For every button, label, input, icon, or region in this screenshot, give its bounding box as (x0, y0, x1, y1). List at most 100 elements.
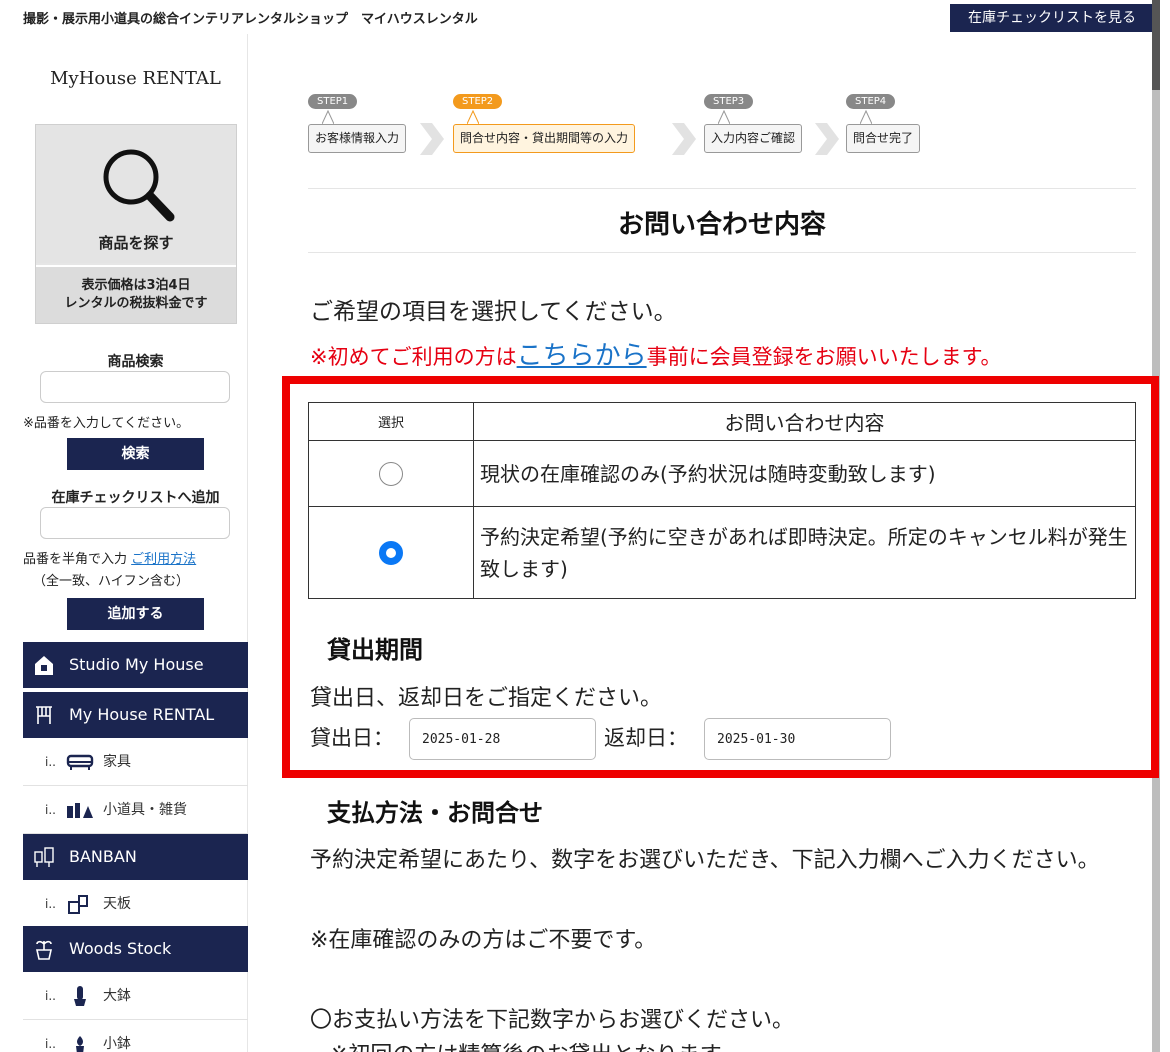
option-text: 予約決定希望(予約に空きがあれば即時決定。所定のキャンセル料が発生致します) (473, 506, 1136, 599)
step-label: お客様情報入力 (308, 124, 407, 153)
category-label: Woods Stock (69, 939, 172, 958)
sofa-icon (66, 754, 94, 770)
payment-heading: 支払方法・お問合せ (327, 799, 543, 827)
option-text: 現状の在庫確認のみ(予約状況は随時変動致します) (473, 440, 1136, 507)
subcategory-small-pot[interactable]: i.. 小鉢 (23, 1020, 248, 1052)
plant-icon (36, 940, 52, 960)
registration-notice: ※初めてご利用の方はこちらから事前に会員登録をお願いいたします。 (310, 335, 1002, 372)
end-date-label: 返却日： (604, 726, 688, 750)
category-label: BANBAN (69, 847, 137, 866)
subcategory-label: 大鉢 (103, 988, 131, 1004)
end-date-input[interactable]: 2025-01-30 (704, 718, 891, 760)
table-row: 現状の在庫確認のみ(予約状況は随時変動致します) (308, 440, 1136, 507)
subcategory-label: 天板 (103, 896, 131, 912)
search-button[interactable]: 検索 (67, 438, 204, 470)
step-tag: STEP2 (453, 94, 503, 109)
divider (308, 252, 1136, 253)
scrollbar-thumb[interactable] (1152, 0, 1160, 90)
rental-period-heading: 貸出期間 (327, 636, 423, 664)
subcategory-tabletop[interactable]: i.. 天板 (23, 880, 248, 928)
subcategory-large-pot[interactable]: i.. 大鉢 (23, 972, 248, 1020)
option-cell (308, 506, 474, 599)
subcategory-label: 小鉢 (103, 1036, 131, 1052)
option-cell (308, 440, 474, 507)
tree-branch-icon: i.. (45, 1037, 56, 1051)
tree-branch-icon: i.. (45, 989, 56, 1003)
step-tag: STEP4 (846, 94, 896, 109)
pointer-icon (322, 109, 334, 124)
category-banban[interactable]: BANBAN (23, 834, 248, 880)
table-row: 予約決定希望(予約に空きがあれば即時決定。所定のキャンセル料が発生致します) (308, 506, 1136, 599)
chevron-right-icon (420, 123, 444, 155)
step-label: 問合せ内容・貸出期間等の入力 (453, 124, 636, 153)
chevron-right-icon (672, 123, 696, 155)
tree-branch-icon: i.. (45, 803, 56, 817)
table-header-row: 選択 お問い合わせ内容 (308, 402, 1136, 441)
product-search-heading: 商品検索 (107, 354, 164, 370)
lead-text: ご希望の項目を選択してください。 (310, 299, 677, 325)
top-header: 撮影・展示用小道具の総合インテリアレンタルショップ マイハウスレンタル 在庫チェ… (0, 0, 1170, 34)
column-header-content: お問い合わせ内容 (473, 402, 1136, 441)
checklist-code-input[interactable] (40, 507, 230, 539)
start-date-label: 貸出日： (310, 726, 394, 750)
tabletop-icon (68, 895, 88, 914)
add-checklist-heading: 在庫チェックリストへ追加 (51, 490, 220, 506)
step-indicator: STEP1 お客様情報入力 STEP2 問合せ内容・貸出期間等の入力 STEP3… (308, 94, 948, 156)
stock-check-radio[interactable] (379, 461, 403, 486)
section-title: お問い合わせ内容 (617, 210, 826, 240)
checklist-hint-line2: （全一致、ハイフン含む） (33, 574, 190, 589)
price-note-line1: 表示価格は3泊4日 (81, 278, 191, 293)
register-link[interactable]: こちらから (517, 341, 647, 371)
cactus-icon (74, 986, 86, 1006)
usage-link[interactable]: ご利用方法 (131, 552, 196, 567)
view-checklist-button[interactable]: 在庫チェックリストを見る (950, 4, 1154, 32)
start-date-input[interactable]: 2025-01-28 (409, 718, 596, 760)
find-products-label: 商品を探す (98, 234, 174, 252)
payment-text-2: ※在庫確認のみの方はご不要です。 (310, 928, 657, 953)
chevron-right-icon (815, 123, 839, 155)
subcategory-label: 小道具・雑貨 (103, 802, 187, 818)
category-woods-stock[interactable]: Woods Stock (23, 926, 248, 972)
magnifier-icon (103, 149, 175, 222)
column-header-select: 選択 (308, 402, 474, 441)
site-title: 撮影・展示用小道具の総合インテリアレンタルショップ マイハウスレンタル (23, 12, 478, 27)
reservation-radio[interactable] (379, 540, 403, 565)
product-search-input[interactable] (40, 371, 230, 403)
pointer-icon (467, 109, 479, 124)
notice-prefix: ※初めてご利用の方は (310, 345, 517, 369)
add-to-checklist-button[interactable]: 追加する (67, 598, 204, 630)
payment-text-4: ※初回の方は精算後のお貸出となります。 (330, 1038, 742, 1052)
step-tag: STEP3 (704, 94, 754, 109)
brand-logo[interactable]: MyHouse RENTAL (23, 68, 248, 89)
category-studio-my-house[interactable]: Studio My House (23, 642, 248, 688)
small-plant-icon (76, 1036, 84, 1052)
inquiry-options-table: 選択 お問い合わせ内容 現状の在庫確認のみ(予約状況は随時変動致します) 予約決… (308, 402, 1136, 599)
house-icon (35, 656, 53, 675)
checklist-hint-text: 品番を半角で入力 (23, 552, 128, 567)
pointer-icon (860, 109, 872, 124)
notice-suffix: 事前に会員登録をお願いいたします。 (646, 345, 1002, 369)
category-my-house-rental[interactable]: My House RENTAL (23, 692, 248, 738)
subcategory-furniture[interactable]: i.. 家具 (23, 738, 248, 786)
category-label: Studio My House (69, 655, 204, 674)
sidebar: MyHouse RENTAL 商品を探す 表示価格は3泊4日 レンタルの税抜料金… (23, 34, 248, 1052)
step-label: 入力内容ご確認 (704, 124, 803, 153)
rental-period-instruction: 貸出日、返却日をご指定ください。 (310, 686, 663, 711)
price-note-line2: レンタルの税抜料金です (64, 296, 208, 311)
product-finder-box[interactable]: 商品を探す 表示価格は3泊4日 レンタルの税抜料金です (35, 124, 237, 324)
payment-text-1: 予約決定希望にあたり、数字をお選びいただき、下記入力欄へご入力ください。 (310, 848, 1100, 873)
payment-text-3: 〇お支払い方法を下記数字からお選びください。 (310, 1008, 795, 1033)
tree-branch-icon: i.. (45, 755, 56, 769)
product-finder-upper: 商品を探す (36, 125, 236, 263)
divider (308, 188, 1136, 189)
subcategory-label: 家具 (103, 754, 131, 770)
banban-icon (34, 847, 54, 867)
props-icon (67, 803, 93, 818)
chair-icon (36, 706, 52, 724)
price-note: 表示価格は3泊4日 レンタルの税抜料金です (36, 265, 236, 323)
tree-branch-icon: i.. (45, 897, 56, 911)
category-label: My House RENTAL (69, 705, 215, 724)
step-label: 問合せ完了 (846, 124, 921, 153)
subcategory-props[interactable]: i.. 小道具・雑貨 (23, 786, 248, 834)
step-tag: STEP1 (308, 94, 358, 109)
